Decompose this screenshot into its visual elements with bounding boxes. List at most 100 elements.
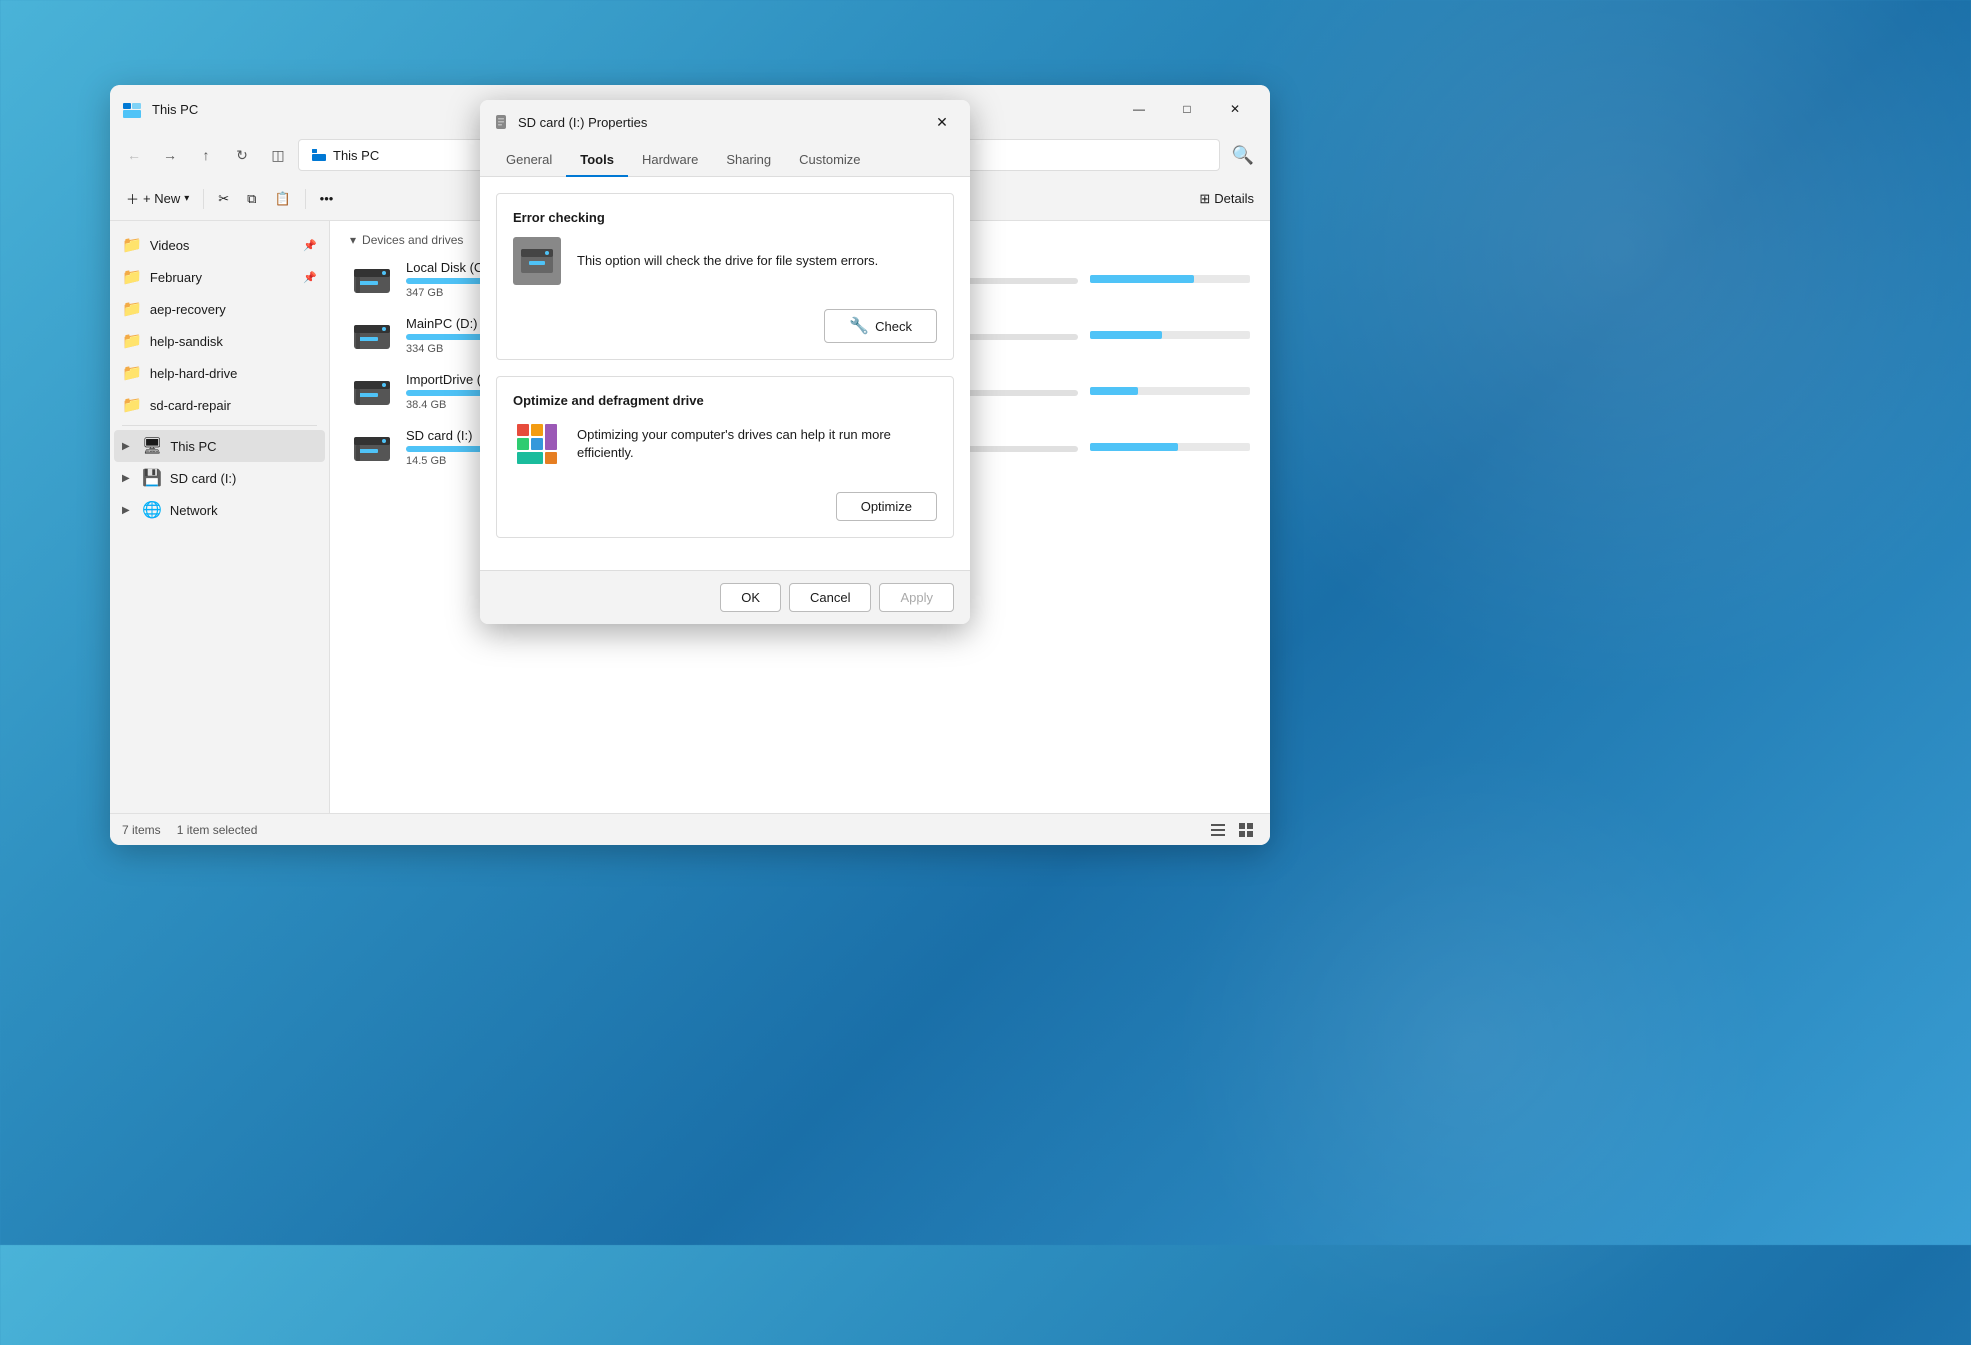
tab-sharing[interactable]: Sharing: [712, 144, 785, 177]
section-title: Devices and drives: [362, 233, 463, 247]
refresh-button[interactable]: ↻: [226, 139, 258, 171]
optimize-title: Optimize and defragment drive: [513, 393, 937, 408]
sidebar-item-aep-recovery[interactable]: 📁 aep-recovery: [114, 293, 325, 325]
optimize-button[interactable]: Optimize: [836, 492, 937, 521]
item-count: 7 items: [122, 823, 161, 837]
sidebar-item-sd-card-repair[interactable]: 📁 sd-card-repair: [114, 389, 325, 421]
explorer-app-icon: [122, 99, 142, 119]
back-button[interactable]: ←: [118, 139, 150, 171]
tab-tools[interactable]: Tools: [566, 144, 628, 177]
drive-right-local-c: [1090, 275, 1250, 283]
sidebar-item-help-sandisk[interactable]: 📁 help-sandisk: [114, 325, 325, 357]
tab-customize[interactable]: Customize: [785, 144, 874, 177]
selection-status: 1 item selected: [177, 823, 258, 837]
pin-icon-february: 📌: [303, 271, 317, 284]
minimize-button[interactable]: —: [1116, 93, 1162, 125]
drive-icon-local-c: [350, 257, 394, 301]
up-button[interactable]: ↑: [190, 139, 222, 171]
paste-icon: 📋: [274, 191, 290, 207]
february-folder-icon: 📁: [122, 267, 142, 287]
sidebar-item-sd-card[interactable]: ▶ 💾 SD card (I:): [114, 462, 325, 494]
sidebar-item-label-february: February: [150, 270, 202, 285]
details-label: Details: [1214, 191, 1254, 206]
repair-folder-icon: 📁: [122, 395, 142, 415]
new-button[interactable]: ＋ + New ▾: [118, 183, 197, 215]
copy-icon: ⧉: [247, 191, 256, 207]
dialog-footer: OK Cancel Apply: [480, 570, 970, 624]
dialog-titlebar: SD card (I:) Properties ✕: [480, 100, 970, 144]
sidebar-item-label-sd: SD card (I:): [170, 471, 236, 486]
sidebar-item-label-repair: sd-card-repair: [150, 398, 231, 413]
more-icon: •••: [320, 191, 334, 206]
sidebar-divider-1: [122, 425, 317, 426]
new-label: + New: [143, 191, 180, 206]
dialog-tabs: General Tools Hardware Sharing Customize: [480, 144, 970, 177]
grid-view-button[interactable]: [1234, 818, 1258, 842]
error-check-icon: [513, 237, 561, 285]
error-check-row: This option will check the drive for fil…: [513, 237, 937, 285]
sidebar-item-february[interactable]: 📁 February 📌: [114, 261, 325, 293]
bg-decoration-1: [1171, 0, 1971, 700]
check-button[interactable]: 🔧 Check: [824, 309, 937, 343]
sidebar-item-label-sandisk: help-sandisk: [150, 334, 223, 349]
cmd-separator-2: [305, 189, 306, 209]
copy-button[interactable]: ⧉: [239, 183, 264, 215]
sidebar-item-label-this-pc: This PC: [170, 439, 216, 454]
expand-icon-sd: ▶: [122, 473, 134, 484]
explorer-window-controls: — □ ✕: [1116, 93, 1258, 125]
sidebar-item-this-pc[interactable]: ▶ 🖥 This PC: [114, 430, 325, 462]
drive-icon-main-d: [350, 313, 394, 357]
close-button[interactable]: ✕: [1212, 93, 1258, 125]
drive-right-import-e: [1090, 387, 1250, 395]
this-pc-icon: 🖥: [142, 436, 162, 456]
details-button[interactable]: ⊞ Details: [1191, 183, 1262, 215]
dialog-content: Error checking This option will check th…: [480, 177, 970, 570]
optimize-section: Optimize and defragment drive Optimizing: [496, 376, 954, 538]
error-checking-title: Error checking: [513, 210, 937, 225]
properties-dialog: SD card (I:) Properties ✕ General Tools …: [480, 100, 970, 624]
optimize-icon: [513, 420, 561, 468]
sidebar-item-help-hard-drive[interactable]: 📁 help-hard-drive: [114, 357, 325, 389]
cancel-button[interactable]: Cancel: [789, 583, 871, 612]
network-icon: 🌐: [142, 500, 162, 520]
pin-icon-videos: 📌: [303, 239, 317, 252]
apply-button[interactable]: Apply: [879, 583, 954, 612]
expand-icon-network: ▶: [122, 505, 134, 516]
harddrive-folder-icon: 📁: [122, 363, 142, 383]
drive-right-main-d: [1090, 331, 1250, 339]
sidebar-item-label-aep: aep-recovery: [150, 302, 226, 317]
check-icon: 🔧: [849, 316, 869, 336]
aep-folder-icon: 📁: [122, 299, 142, 319]
check-label: Check: [875, 319, 912, 334]
drive-usage-fill-sd-i: [1090, 443, 1178, 451]
details-icon: ⊞: [1199, 191, 1210, 207]
drive-icon-import-e: [350, 369, 394, 413]
sidebar-item-label-videos: Videos: [150, 238, 190, 253]
drive-usage-bar-main-d: [1090, 331, 1250, 339]
drive-icon-sd-i: [350, 425, 394, 469]
dialog-title-text: SD card (I:) Properties: [518, 115, 926, 130]
forward-button[interactable]: →: [154, 139, 186, 171]
paste-button[interactable]: 📋: [266, 183, 298, 215]
layout-toggle-button[interactable]: ◫: [262, 139, 294, 171]
more-options-button[interactable]: •••: [312, 183, 342, 215]
address-bar-text: This PC: [333, 148, 379, 163]
drive-usage-bar-import-e: [1090, 387, 1250, 395]
new-chevron-icon: ▾: [184, 193, 189, 204]
search-icon[interactable]: 🔍: [1224, 141, 1262, 170]
tab-hardware[interactable]: Hardware: [628, 144, 712, 177]
sidebar-item-label-harddrive: help-hard-drive: [150, 366, 237, 381]
tab-general[interactable]: General: [492, 144, 566, 177]
maximize-button[interactable]: □: [1164, 93, 1210, 125]
list-view-button[interactable]: [1206, 818, 1230, 842]
ok-button[interactable]: OK: [720, 583, 781, 612]
section-collapse-icon: ▾: [350, 233, 356, 247]
optimize-description: Optimizing your computer's drives can he…: [577, 426, 937, 462]
drive-right-sd-i: [1090, 443, 1250, 451]
sidebar-item-network[interactable]: ▶ 🌐 Network: [114, 494, 325, 526]
drive-usage-fill-local-c: [1090, 275, 1194, 283]
sidebar-item-videos[interactable]: 📁 Videos 📌: [114, 229, 325, 261]
cut-button[interactable]: ✂: [210, 183, 237, 215]
dialog-close-button[interactable]: ✕: [926, 106, 958, 138]
new-icon: ＋: [126, 189, 139, 208]
